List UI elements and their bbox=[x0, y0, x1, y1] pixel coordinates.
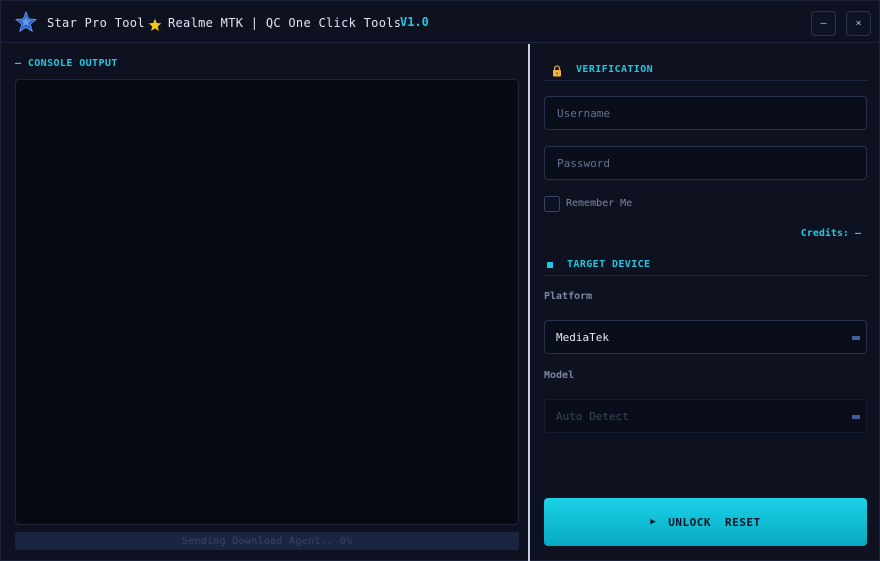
reset-label: RESET bbox=[725, 515, 761, 529]
app-subtitle: Realme MTK | QC One Click Tools bbox=[168, 16, 402, 30]
credits-label: Credits: — bbox=[800, 228, 861, 239]
unlock-label: UNLOCK bbox=[668, 515, 712, 529]
dropdown-icon bbox=[852, 415, 860, 419]
remember-me-checkbox[interactable] bbox=[544, 196, 560, 212]
platform-value: MediaTek bbox=[556, 330, 609, 344]
platform-select[interactable]: MediaTek bbox=[544, 320, 867, 354]
remember-me-label[interactable]: Remember Me bbox=[566, 198, 632, 209]
version-label: V1.0 bbox=[400, 15, 429, 29]
star-logo-icon bbox=[15, 11, 37, 33]
title-bar[interactable]: Star Pro Tool Realme MTK | QC One Click … bbox=[1, 1, 879, 43]
progress-status-text: Sending Download Agent.. 0% bbox=[181, 535, 353, 547]
console-output[interactable] bbox=[15, 79, 519, 525]
target-device-header: TARGET DEVICE bbox=[544, 259, 867, 276]
model-select[interactable]: Auto Detect bbox=[544, 399, 867, 433]
target-device-title: TARGET DEVICE bbox=[567, 259, 651, 270]
progress-bar: Sending Download Agent.. 0% bbox=[15, 532, 519, 550]
unlock-reset-button[interactable]: ▶ UNLOCK RESET bbox=[544, 498, 867, 546]
verification-header: VERIFICATION bbox=[544, 64, 867, 81]
dropdown-icon bbox=[852, 336, 860, 340]
model-value: Auto Detect bbox=[556, 409, 629, 423]
play-icon: ▶ bbox=[650, 517, 657, 527]
password-input[interactable] bbox=[544, 146, 867, 180]
app-window: Star Pro Tool Realme MTK | QC One Click … bbox=[0, 0, 880, 561]
platform-label: Platform bbox=[544, 291, 593, 302]
star-icon bbox=[148, 18, 162, 31]
model-label: Model bbox=[544, 370, 575, 381]
verification-title: VERIFICATION bbox=[576, 64, 654, 75]
lock-icon bbox=[553, 65, 561, 77]
app-name: Star Pro Tool bbox=[47, 16, 145, 30]
square-icon bbox=[547, 262, 553, 268]
console-output-label: — CONSOLE OUTPUT bbox=[15, 58, 118, 69]
close-button[interactable]: × bbox=[846, 11, 871, 36]
minimize-button[interactable]: – bbox=[811, 11, 836, 36]
panel-divider[interactable] bbox=[528, 44, 530, 561]
username-input[interactable] bbox=[544, 96, 867, 130]
